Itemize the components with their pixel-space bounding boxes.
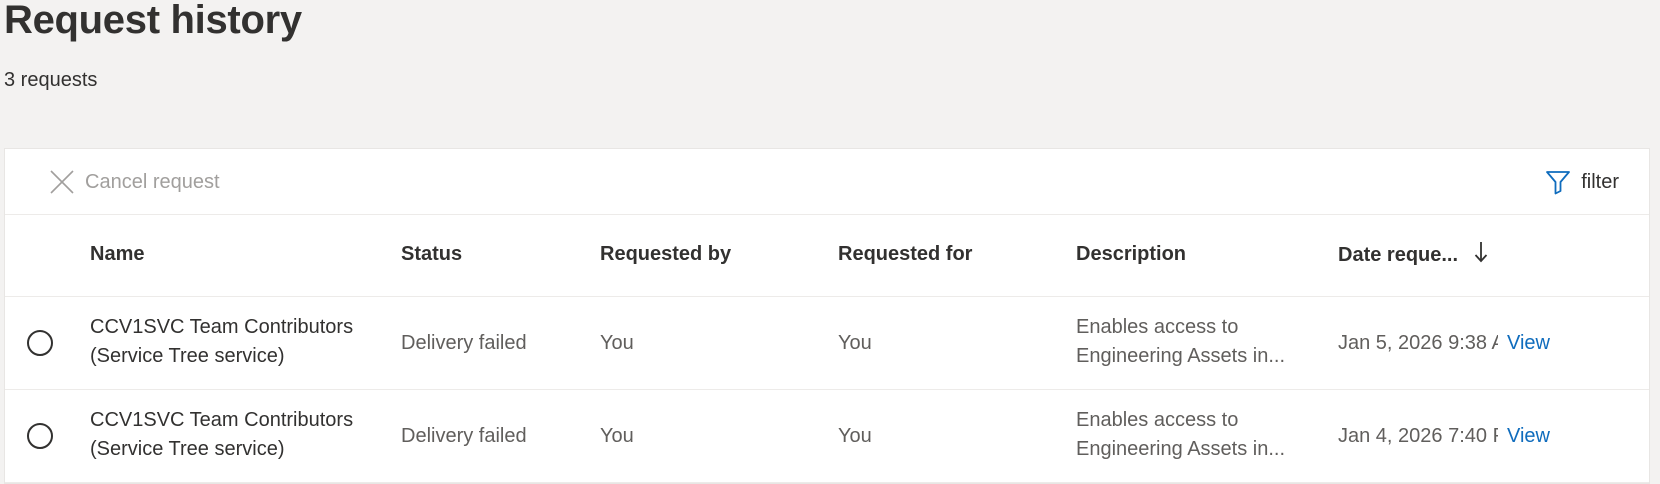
request-description: Enables access to Engineering Assets in.… xyxy=(1076,406,1316,464)
request-count: 3 requests xyxy=(4,69,98,91)
column-header-description[interactable]: Description xyxy=(1076,241,1186,267)
column-header-requested-for[interactable]: Requested for xyxy=(838,241,972,267)
table-header-row: Name Status Requested by Requested for D… xyxy=(5,215,1649,297)
column-header-date-requested[interactable]: Date reque... xyxy=(1338,241,1488,270)
filter-icon xyxy=(1545,169,1571,195)
table-row[interactable]: CCV1SVC Team Contributors (Service Tree … xyxy=(5,297,1649,390)
close-icon xyxy=(49,169,75,195)
request-name: CCV1SVC Team Contributors (Service Tree … xyxy=(90,409,354,460)
description-line: Enables access to xyxy=(1076,316,1239,338)
arrow-down-icon xyxy=(1474,241,1488,270)
description-line: Engineering Assets in... xyxy=(1076,438,1286,460)
column-header-date-label: Date reque... xyxy=(1338,243,1459,266)
description-line: Enables access to xyxy=(1076,409,1239,431)
request-status: Delivery failed xyxy=(401,425,527,447)
requested-by: You xyxy=(600,332,634,354)
page-title: Request history xyxy=(4,0,302,42)
column-header-status[interactable]: Status xyxy=(401,241,462,267)
request-description: Enables access to Engineering Assets in.… xyxy=(1076,313,1316,371)
request-history-panel: Cancel request filter Name Status Reques… xyxy=(4,148,1650,484)
requested-by: You xyxy=(600,425,634,447)
filter-button[interactable]: filter xyxy=(1545,167,1619,197)
date-requested: Jan 4, 2026 7:40 P xyxy=(1338,425,1498,447)
command-bar: Cancel request filter xyxy=(5,149,1649,215)
requested-for: You xyxy=(838,425,872,447)
request-status: Delivery failed xyxy=(401,332,527,354)
cancel-request-label: Cancel request xyxy=(85,170,220,193)
requested-for: You xyxy=(838,332,872,354)
view-link[interactable]: View xyxy=(1507,329,1550,358)
view-link[interactable]: View xyxy=(1507,422,1550,451)
column-header-name[interactable]: Name xyxy=(90,241,144,267)
row-select-radio[interactable] xyxy=(27,423,53,449)
row-select-radio[interactable] xyxy=(27,330,53,356)
description-line: Engineering Assets in... xyxy=(1076,345,1286,367)
column-header-requested-by[interactable]: Requested by xyxy=(600,241,731,267)
date-requested: Jan 5, 2026 9:38 A xyxy=(1338,332,1498,354)
requests-table: Name Status Requested by Requested for D… xyxy=(5,215,1649,483)
cancel-request-button[interactable]: Cancel request xyxy=(49,167,220,197)
filter-label: filter xyxy=(1581,170,1619,193)
table-row[interactable]: CCV1SVC Team Contributors (Service Tree … xyxy=(5,390,1649,483)
request-name: CCV1SVC Team Contributors (Service Tree … xyxy=(90,316,354,367)
